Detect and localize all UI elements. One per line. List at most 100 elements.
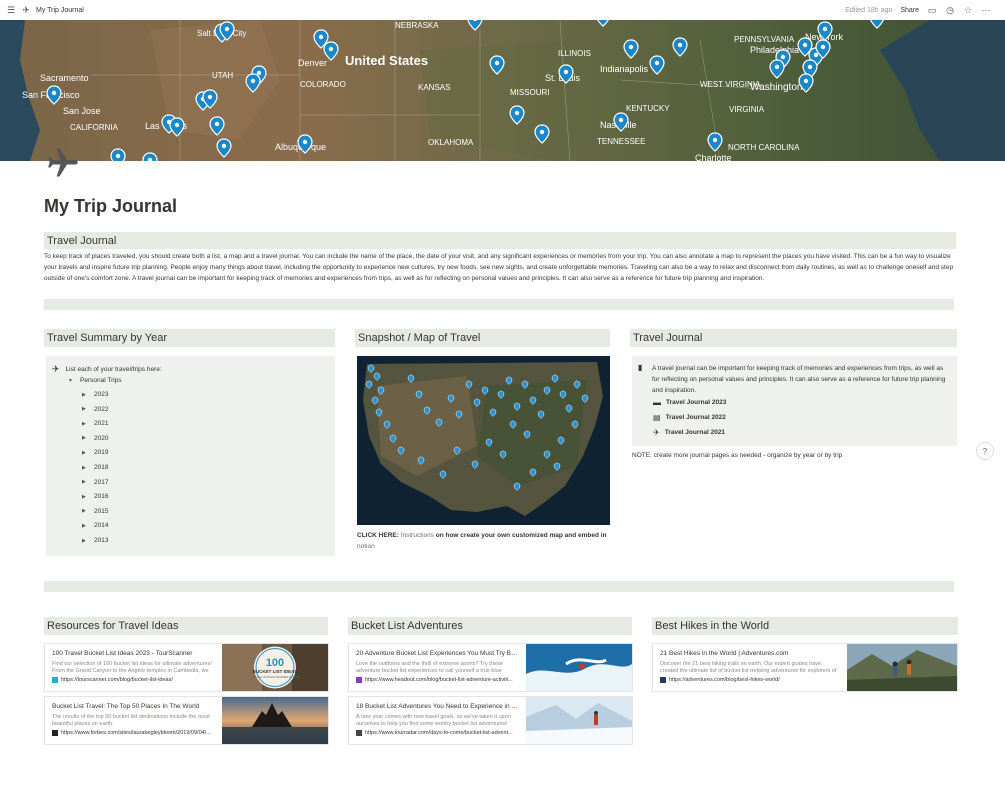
year-label: 2018	[94, 464, 109, 471]
journal-link-label: Travel Journal 2023	[666, 399, 727, 406]
bookmark-tourscanner[interactable]: 100 Travel Bucket List Ideas 2023 - Tour…	[44, 643, 329, 692]
bookmark-headout[interactable]: 20 Adventure Bucket List Experiences You…	[348, 643, 633, 692]
toggle-closed-icon[interactable]: ▶	[82, 508, 88, 514]
map-label: NEBRASKA	[395, 21, 439, 30]
year-label: 2016	[94, 493, 109, 501]
toggle-closed-icon[interactable]: ▶	[82, 450, 88, 456]
instructions-link[interactable]: Instructions	[399, 532, 434, 539]
airplane-icon: ✈	[653, 428, 660, 437]
breadcrumb-title[interactable]: My Trip Journal	[36, 7, 84, 14]
bookmark-title: Bucket List Travel: The Top 50 Places In…	[52, 703, 200, 710]
map-label: United States	[345, 53, 428, 68]
journal-note: NOTE: create more journal pages as neede…	[632, 452, 843, 459]
summary-heading: Travel Summary by Year	[44, 329, 335, 347]
toggle-year[interactable]: ▶ 2018	[82, 464, 108, 471]
toggle-closed-icon[interactable]: ▶	[82, 406, 88, 412]
journal-link-2021[interactable]: ✈ Travel Journal 2021	[653, 428, 725, 437]
year-label: 2013	[94, 537, 109, 544]
year-label: 2017	[94, 478, 109, 486]
journal-link-label: Travel Journal 2022	[665, 414, 726, 421]
airplane-icon: ✈	[52, 364, 60, 374]
map-label: TENNESSEE	[597, 137, 645, 146]
toggle-closed-icon[interactable]: ▶	[82, 435, 88, 441]
share-button[interactable]: Share	[900, 7, 919, 14]
bookmark-thumbnail	[526, 697, 632, 744]
intro-heading: Travel Journal	[44, 232, 956, 249]
bookmark-title: 20 Adventure Bucket List Experiences You…	[356, 650, 519, 657]
toggle-closed-icon[interactable]: ▶	[82, 538, 88, 544]
bookmark-title: 18 Bucket List Adventures You Need to Ex…	[356, 703, 519, 710]
divider-band	[44, 299, 954, 310]
toggle-year[interactable]: ▶ 2023	[82, 391, 108, 398]
toggle-year[interactable]: ▶ 2022	[82, 406, 108, 413]
toggle-open-icon[interactable]: ▼	[68, 378, 74, 384]
map-label: San Jose	[63, 106, 101, 116]
map-caption: CLICK HERE: Instructions on how create y…	[357, 530, 610, 552]
toggle-year[interactable]: ▶ 2019	[82, 449, 108, 456]
map-label: Charlotte	[695, 153, 732, 161]
bookmark-description: Discover the 21 best hiking trails on ea…	[660, 661, 837, 674]
bookmark-thumbnail	[847, 644, 957, 691]
favicon-icon	[52, 677, 58, 683]
toggle-year[interactable]: ▶ 2013	[82, 537, 108, 544]
page-airplane-icon[interactable]	[44, 145, 80, 181]
more-options-icon[interactable]: ···	[981, 5, 991, 15]
comments-icon[interactable]: ▭	[927, 5, 937, 15]
top-bar: ☰ ✈ My Trip Journal Edited 18h ago Share…	[0, 0, 1005, 20]
map-label: WEST VIRGINIA	[700, 80, 761, 89]
toggle-closed-icon[interactable]: ▶	[82, 392, 88, 398]
cover-map: NEBRASKA Salt Lake City Denver United St…	[0, 20, 1005, 161]
history-clock-icon[interactable]: ◷	[945, 5, 955, 15]
toggle-label: Personal Trips	[80, 377, 122, 384]
toggle-year[interactable]: ▶ 2020	[82, 435, 108, 442]
bookmark-adventures[interactable]: 21 Best Hikes in the World | Adventures.…	[652, 643, 958, 692]
help-button[interactable]: ?	[976, 442, 994, 460]
bookmark-tourradar[interactable]: 18 Bucket List Adventures You Need to Ex…	[348, 696, 633, 745]
journal-link-2023[interactable]: ▬ Travel Journal 2023	[653, 398, 726, 407]
bookmark-url: https://www.headout.com/blog/bucket-list…	[365, 677, 513, 683]
toggle-closed-icon[interactable]: ▶	[82, 494, 88, 500]
map-label: Denver	[298, 58, 327, 68]
toggle-year[interactable]: ▶ 2016	[82, 493, 108, 500]
toggle-personal-trips[interactable]: ▼ Personal Trips	[68, 377, 122, 384]
toggle-closed-icon[interactable]: ▶	[82, 421, 88, 427]
toggle-year[interactable]: ▶ 2014	[82, 522, 108, 529]
bookmark-forbes[interactable]: Bucket List Travel: The Top 50 Places In…	[44, 696, 329, 745]
bookmark-url: https://adventures.com/blog/best-hikes-w…	[669, 677, 780, 683]
year-label: 2023	[94, 391, 109, 398]
journal-link-label: Travel Journal 2021	[664, 429, 726, 436]
toggle-year[interactable]: ▶ 2015	[82, 508, 108, 515]
map-label: COLORADO	[300, 80, 346, 89]
toggle-closed-icon[interactable]: ▶	[82, 479, 88, 485]
bookmark-description: A new year comes with new travel goals, …	[356, 714, 511, 727]
favorite-star-icon[interactable]: ☆	[963, 5, 973, 15]
map-label: Sacramento	[40, 73, 89, 83]
bookmark-thumbnail: 100 BUCKET LIST IDEAS FOR THE ULTIMATE W…	[222, 644, 328, 691]
journal-link-2022[interactable]: ▤ Travel Journal 2022	[653, 413, 726, 422]
toggle-closed-icon[interactable]: ▶	[82, 465, 88, 471]
favicon-icon	[660, 677, 666, 683]
toggle-year[interactable]: ▶ 2017	[82, 479, 108, 486]
map-label: KANSAS	[418, 83, 450, 92]
journal-heading: Travel Journal	[630, 329, 957, 347]
favicon-icon	[52, 730, 58, 736]
map-label: PENNSYLVANIA	[734, 35, 795, 44]
bookmark-url: https://www.tourradar.com/days-to-come/b…	[365, 730, 513, 736]
year-label: 2020	[94, 434, 109, 442]
toggle-closed-icon[interactable]: ▶	[82, 523, 88, 529]
bookmark-description: Love the outdoors and the thrill of extr…	[356, 661, 503, 674]
sidebar-menu-icon[interactable]: ☰	[6, 5, 16, 15]
map-label: VIRGINIA	[729, 105, 765, 114]
map-label: OKLAHOMA	[428, 138, 474, 147]
travel-map-image[interactable]	[357, 356, 610, 525]
suitcase-icon: ▬	[653, 398, 661, 407]
map-label: Indianapolis	[600, 64, 649, 74]
page-title[interactable]: My Trip Journal	[44, 196, 177, 217]
id-card-icon: ▤	[653, 413, 661, 422]
toggle-year[interactable]: ▶ 2021	[82, 420, 108, 427]
cover-image[interactable]: NEBRASKA Salt Lake City Denver United St…	[0, 20, 1005, 161]
notion-link[interactable]: notion	[357, 543, 375, 550]
thumb-subtext: FOR THE ULTIMATE WANDERLUSTERS	[251, 675, 300, 679]
favicon-icon	[356, 730, 362, 736]
instructions-text: on how create your own customized map an…	[433, 532, 607, 539]
